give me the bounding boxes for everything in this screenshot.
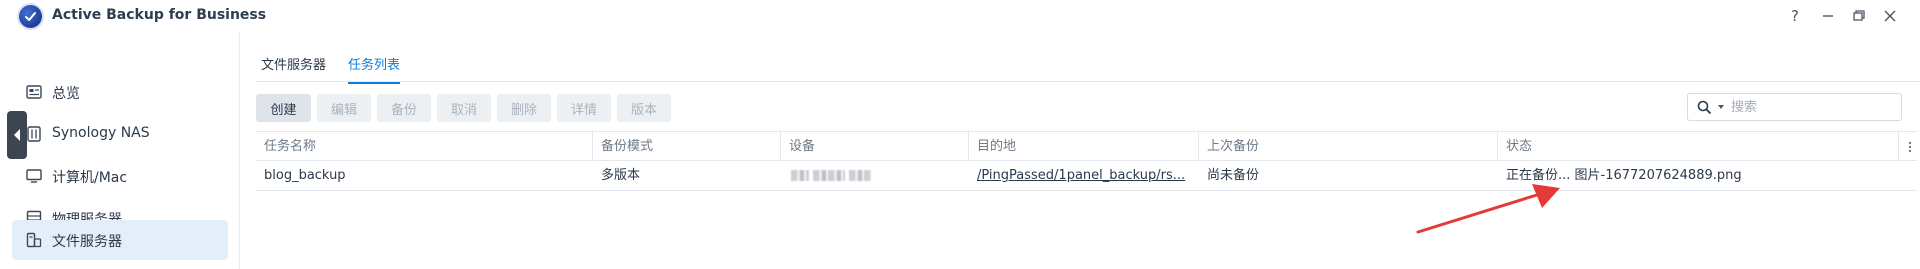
search-icon[interactable] bbox=[1697, 100, 1712, 119]
task-table: 任务名称 备份模式 设备 目的地 上次备份 状态 blog_backup 多版本… bbox=[256, 131, 1917, 191]
computer-icon bbox=[26, 168, 42, 184]
column-header-device[interactable]: 设备 bbox=[781, 132, 969, 161]
create-button[interactable]: 创建 bbox=[256, 94, 311, 122]
details-button[interactable]: 详情 bbox=[557, 94, 611, 122]
sidebar-item-file-server[interactable]: 文件服务器 bbox=[12, 220, 228, 260]
delete-button[interactable]: 删除 bbox=[497, 94, 551, 122]
nas-icon bbox=[26, 126, 42, 142]
column-header-task-name[interactable]: 任务名称 bbox=[256, 132, 593, 161]
cell-last-backup: 尚未备份 bbox=[1207, 168, 1260, 183]
app-title: Active Backup for Business bbox=[52, 7, 267, 23]
tab-task-list[interactable]: 任务列表 bbox=[348, 54, 401, 84]
search-box[interactable] bbox=[1687, 93, 1902, 121]
restore-icon[interactable] bbox=[1849, 6, 1869, 26]
title-bar: Active Backup for Business ? bbox=[0, 0, 1920, 32]
close-icon[interactable] bbox=[1880, 6, 1900, 26]
sidebar-item-label: 总览 bbox=[52, 86, 80, 102]
sidebar-item-computer-mac[interactable]: 计算机/Mac bbox=[12, 156, 228, 196]
cell-task-name: blog_backup bbox=[264, 168, 346, 183]
column-header-last-backup[interactable]: 上次备份 bbox=[1199, 132, 1498, 161]
file-server-icon bbox=[26, 232, 42, 248]
column-menu-icon[interactable] bbox=[1903, 132, 1917, 161]
search-input[interactable] bbox=[1731, 97, 1891, 117]
column-header-status[interactable]: 状态 bbox=[1498, 132, 1899, 161]
app-logo-icon bbox=[19, 5, 42, 28]
cell-backup-mode: 多版本 bbox=[601, 168, 641, 183]
column-header-destination[interactable]: 目的地 bbox=[969, 132, 1199, 161]
cancel-button[interactable]: 取消 bbox=[437, 94, 491, 122]
sidebar-item-overview[interactable]: 总览 bbox=[12, 72, 228, 112]
redacted-device-block bbox=[791, 170, 809, 181]
cell-status: 正在备份... 图片-1677207624889.png bbox=[1506, 168, 1742, 183]
backup-button[interactable]: 备份 bbox=[377, 94, 431, 122]
tab-file-server[interactable]: 文件服务器 bbox=[261, 54, 326, 82]
edit-button[interactable]: 编辑 bbox=[317, 94, 371, 122]
destination-link[interactable]: /PingPassed/1panel_backup/rs... bbox=[969, 161, 1199, 190]
minimize-icon[interactable] bbox=[1818, 6, 1838, 26]
chevron-down-icon[interactable] bbox=[1718, 105, 1724, 109]
cell-device bbox=[781, 161, 969, 190]
help-icon[interactable]: ? bbox=[1785, 6, 1805, 26]
sidebar-collapse-handle[interactable] bbox=[7, 111, 27, 159]
tab-bar: 文件服务器 任务列表 bbox=[256, 32, 1920, 84]
sidebar: 总览 Synology NAS 计算机/Mac 物理服务器 文件服务器 bbox=[0, 32, 240, 269]
chevron-left-icon bbox=[14, 129, 20, 141]
table-row[interactable]: blog_backup 多版本 /PingPassed/1panel_backu… bbox=[256, 161, 1917, 191]
sidebar-item-label: 文件服务器 bbox=[52, 234, 122, 250]
redacted-device-block bbox=[813, 170, 845, 181]
table-header: 任务名称 备份模式 设备 目的地 上次备份 状态 bbox=[256, 131, 1917, 161]
sidebar-item-label: 计算机/Mac bbox=[52, 170, 128, 186]
version-button[interactable]: 版本 bbox=[617, 94, 671, 122]
column-header-backup-mode[interactable]: 备份模式 bbox=[593, 132, 781, 161]
main-panel: 文件服务器 任务列表 创建 编辑 备份 取消 删除 详情 版本 任务名称 备份模… bbox=[241, 32, 1920, 269]
redacted-device-block bbox=[849, 170, 871, 181]
sidebar-item-synology-nas[interactable]: Synology NAS bbox=[12, 114, 228, 154]
sidebar-item-label: Synology NAS bbox=[52, 125, 150, 141]
overview-icon bbox=[26, 84, 42, 100]
